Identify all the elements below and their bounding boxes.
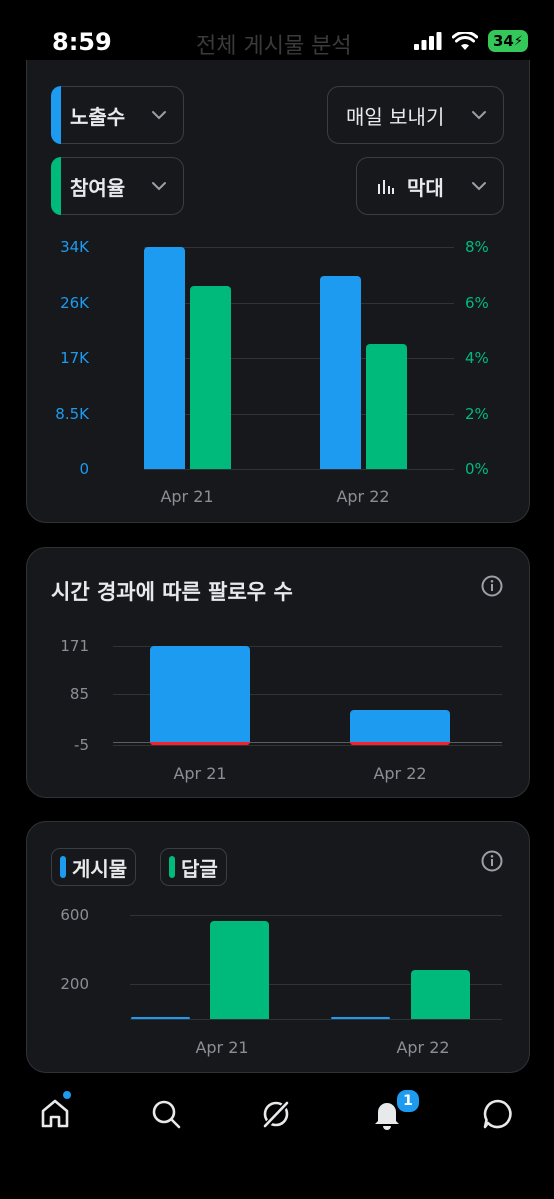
battery-level: 34 <box>492 32 514 50</box>
metric-selector-primary[interactable]: 노출수 <box>51 86 184 144</box>
grid-line <box>144 247 454 248</box>
info-icon[interactable] <box>481 850 503 872</box>
wifi-icon <box>452 31 478 50</box>
chevron-down-icon <box>472 111 486 120</box>
y-axis-left-tick: 34K <box>60 238 89 256</box>
tab-home[interactable] <box>35 1094 75 1134</box>
grid-line <box>144 469 454 470</box>
metric-selector-secondary[interactable]: 참여율 <box>51 157 184 215</box>
grok-icon <box>262 1099 291 1130</box>
interval-selector[interactable]: 매일 보내기 <box>327 86 504 144</box>
x-axis-tick: Apr 21 <box>160 487 214 506</box>
baseline <box>130 1019 502 1020</box>
followers-card: 시간 경과에 따른 팔로우 수 171 85 -5 Apr 21 Apr 22 <box>26 547 530 798</box>
home-unread-dot <box>63 1091 71 1099</box>
home-icon <box>41 1099 69 1128</box>
notification-badge: 1 <box>395 1088 421 1114</box>
x-axis-tick: Apr 22 <box>396 1038 450 1057</box>
x-axis-tick: Apr 21 <box>195 1038 249 1057</box>
chart-style-label: 막대 <box>407 175 444 200</box>
y-axis-tick: 600 <box>60 906 89 924</box>
y-axis-right-tick: 2% <box>465 404 489 423</box>
legend-posts[interactable]: 게시물 <box>51 848 136 886</box>
legend-posts-label: 게시물 <box>72 856 128 881</box>
y-axis-left-tick: 8.5K <box>55 404 89 423</box>
replies-color-marker <box>169 856 175 878</box>
bar-engagement-rate <box>366 344 407 469</box>
legend-replies[interactable]: 답글 <box>160 848 227 886</box>
tab-search[interactable] <box>146 1094 186 1134</box>
cellular-signal-icon <box>414 32 442 50</box>
x-axis-tick: Apr 21 <box>173 764 227 783</box>
bar-impressions <box>144 247 185 469</box>
impressions-engagement-card: 노출수 매일 보내기 참여율 막대 0 0% 8.5K 2% 17K 4% 26K 6% 34K… <box>26 60 530 523</box>
y-axis-left-tick: 26K <box>60 293 89 312</box>
bar-engagement-rate <box>190 285 231 469</box>
bar-followers-gained <box>350 709 450 743</box>
search-icon <box>152 1100 181 1129</box>
posts-color-marker <box>60 856 66 878</box>
battery-icon: 34 ⚡ <box>488 30 528 52</box>
metric-primary-label: 노출수 <box>70 104 126 129</box>
tab-messages[interactable] <box>478 1094 518 1134</box>
status-icons: 34 ⚡ <box>414 30 528 52</box>
y-axis-left-tick: 17K <box>60 349 89 367</box>
status-time: 8:59 <box>52 28 112 56</box>
x-axis-tick: Apr 22 <box>373 764 427 783</box>
y-axis-left-tick: 0 <box>79 460 89 478</box>
bar-followers-gained <box>150 646 250 743</box>
chevron-down-icon <box>152 182 166 191</box>
secondary-color-marker <box>51 157 61 215</box>
posts-replies-card: 게시물 답글 600 200 Apr 21 Apr 22 <box>26 821 530 1073</box>
tab-grok[interactable] <box>256 1094 296 1134</box>
bar-posts <box>131 1017 190 1019</box>
y-axis-tick: 200 <box>60 975 89 994</box>
bar-impressions <box>320 276 361 469</box>
y-axis-tick: 85 <box>69 685 89 704</box>
followers-card-title: 시간 경과에 따른 팔로우 수 <box>51 580 293 604</box>
message-bubble-icon <box>483 1099 512 1129</box>
y-axis-tick: -5 <box>74 736 89 754</box>
y-axis-right-tick: 6% <box>465 293 489 312</box>
info-icon[interactable] <box>481 575 503 597</box>
chevron-down-icon <box>152 111 166 120</box>
chart-style-selector[interactable]: 막대 <box>356 157 504 215</box>
chevron-down-icon <box>472 182 486 191</box>
header-title: 전체 게시물 분석 <box>196 34 352 59</box>
interval-label: 매일 보내기 <box>346 104 445 129</box>
x-axis-tick: Apr 22 <box>336 487 390 506</box>
grid-line <box>113 745 502 746</box>
primary-color-marker <box>51 86 61 144</box>
bar-posts <box>331 1017 390 1019</box>
y-axis-right-tick: 8% <box>465 238 489 256</box>
bar-chart-icon <box>378 180 394 194</box>
y-axis-right-tick: 0% <box>465 460 489 478</box>
grid-line <box>130 915 502 916</box>
y-axis-right-tick: 4% <box>465 349 489 367</box>
bar-followers-lost <box>150 742 250 746</box>
bar-replies <box>411 969 470 1019</box>
bottom-tab-bar <box>0 1080 554 1199</box>
y-axis-tick: 171 <box>60 637 89 655</box>
metric-secondary-label: 참여율 <box>70 175 126 200</box>
bar-replies <box>210 921 269 1019</box>
bar-followers-lost <box>350 742 450 746</box>
legend-replies-label: 답글 <box>181 856 218 881</box>
